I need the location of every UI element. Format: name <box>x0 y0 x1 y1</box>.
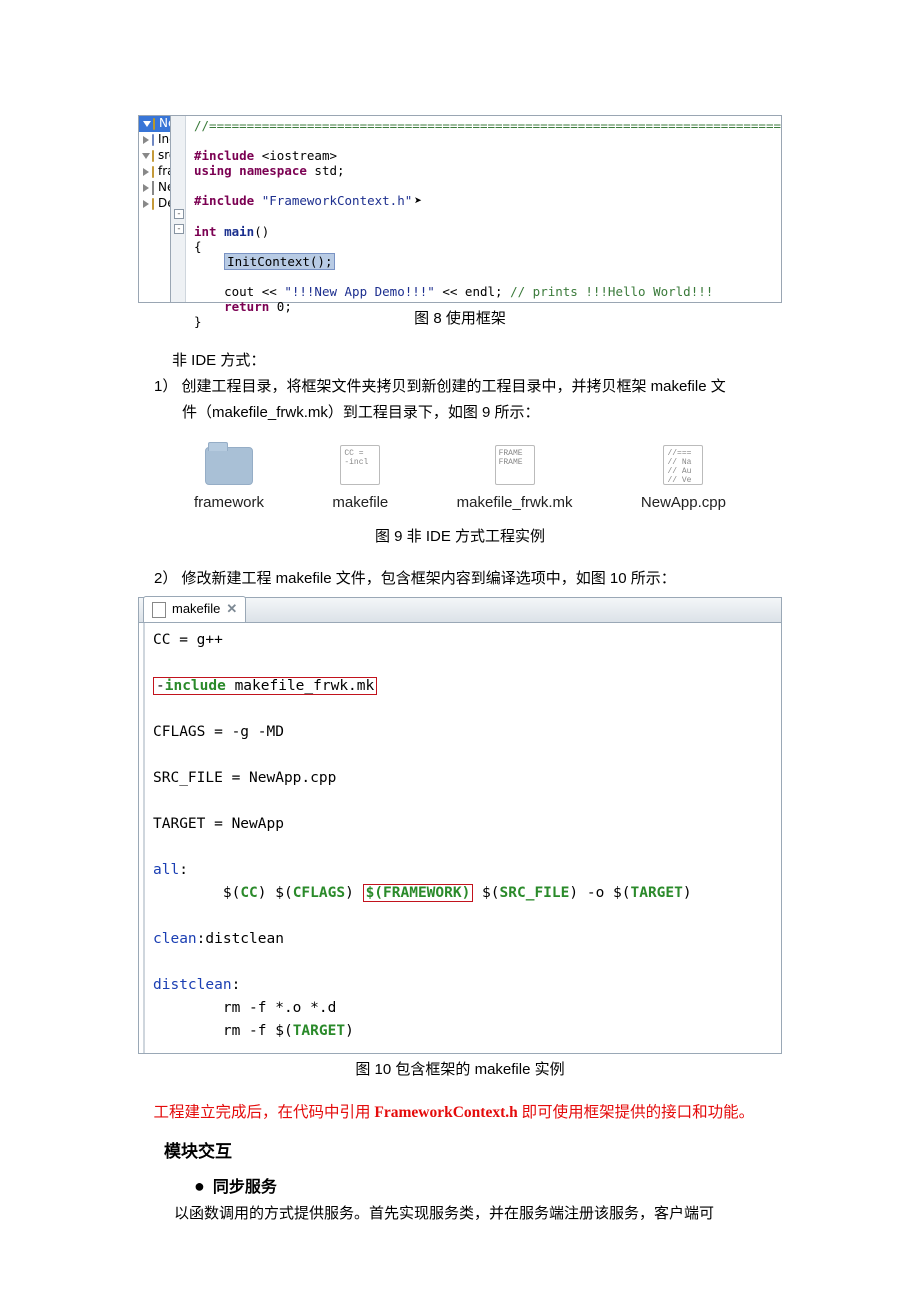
collapse-icon <box>143 184 149 192</box>
makefile-code: CC = g++ -include makefile_frwk.mk CFLAG… <box>143 623 781 1053</box>
fig8-ide-screenshot: NewApp Includes src framework NewApp.cpp <box>138 115 782 303</box>
close-icon[interactable]: ✕ <box>226 599 237 620</box>
fig10-caption: 图 10 包含框架的 makefile 实例 <box>138 1058 782 1082</box>
expand-icon <box>143 121 151 127</box>
code-editor[interactable]: - - //==================================… <box>171 116 781 302</box>
tree-debug[interactable]: Debug <box>139 196 170 212</box>
fig10-makefile-editor: makefile ✕ CC = g++ -include makefile_fr… <box>138 597 782 1054</box>
collapse-icon <box>143 168 149 176</box>
includes-icon <box>152 134 154 146</box>
fold-icon[interactable]: - <box>174 209 184 219</box>
file-label: makefile_frwk.mk <box>457 491 573 515</box>
file-label: NewApp.cpp <box>641 491 726 515</box>
fig9-caption: 图 9 非 IDE 方式工程实例 <box>138 525 782 549</box>
file-label: makefile <box>332 491 388 515</box>
folder-icon <box>152 166 154 178</box>
step-1: 1） 创建工程目录，将框架文件夹拷贝到新创建的工程目录中，并拷贝框架 makef… <box>138 375 782 399</box>
code-lines: //======================================… <box>186 116 781 302</box>
editor-tab[interactable]: makefile ✕ <box>143 596 246 622</box>
cursor-icon: ➤ <box>414 194 422 209</box>
step-2: 2） 修改新建工程 makefile 文件，包含框架内容到编译选项中，如图 10… <box>138 567 782 591</box>
highlight-framework-var: $(FRAMEWORK) <box>363 884 474 902</box>
text-file-icon: CC = -incl <box>340 445 380 485</box>
collapse-icon <box>143 200 149 208</box>
folder-icon <box>205 447 253 485</box>
red-note: 工程建立完成后，在代码中引用 FrameworkContext.h 即可使用框架… <box>138 1100 782 1126</box>
project-icon <box>153 118 155 130</box>
last-paragraph: 以函数调用的方式提供服务。首先实现服务类，并在服务端注册该服务，客户端可 <box>174 1202 782 1226</box>
fig9-makefile-frwk: FRAME FRAME makefile_frwk.mk <box>457 445 573 515</box>
fig9-makefile: CC = -incl makefile <box>332 445 388 515</box>
gutter: - - <box>171 116 186 302</box>
folder-icon <box>152 150 154 162</box>
fig9-file-listing: framework CC = -incl makefile FRAME FRAM… <box>138 425 782 521</box>
fig9-newapp-cpp: //=== // Na // Au // Ve NewApp.cpp <box>641 445 726 515</box>
non-ide-label: 非 IDE 方式： <box>138 349 782 373</box>
step-1-cont: 件（makefile_frwk.mk）到工程目录下，如图 9 所示： <box>138 401 782 425</box>
folder-icon <box>152 198 154 210</box>
editor-tabbar: makefile ✕ <box>139 598 781 623</box>
expand-icon <box>142 153 150 159</box>
text-file-icon: FRAME FRAME <box>495 445 535 485</box>
section-heading: 模块交互 <box>164 1138 782 1165</box>
fig9-framework: framework <box>194 447 264 515</box>
file-icon <box>152 602 166 618</box>
tab-label: makefile <box>172 599 220 620</box>
collapse-icon <box>143 136 149 144</box>
bullet-icon: ● <box>194 1176 205 1196</box>
bullet-sync-service: ●同步服务 <box>194 1172 782 1201</box>
text-file-icon: //=== // Na // Au // Ve <box>663 445 703 485</box>
cpp-file-icon <box>152 181 154 195</box>
highlighted-code: InitContext(); <box>224 253 335 270</box>
file-label: framework <box>194 491 264 515</box>
project-tree: NewApp Includes src framework NewApp.cpp <box>139 116 171 302</box>
fold-icon[interactable]: - <box>174 224 184 234</box>
tree-label: Debug <box>158 194 171 213</box>
highlight-include-line: -include makefile_frwk.mk <box>153 677 377 695</box>
